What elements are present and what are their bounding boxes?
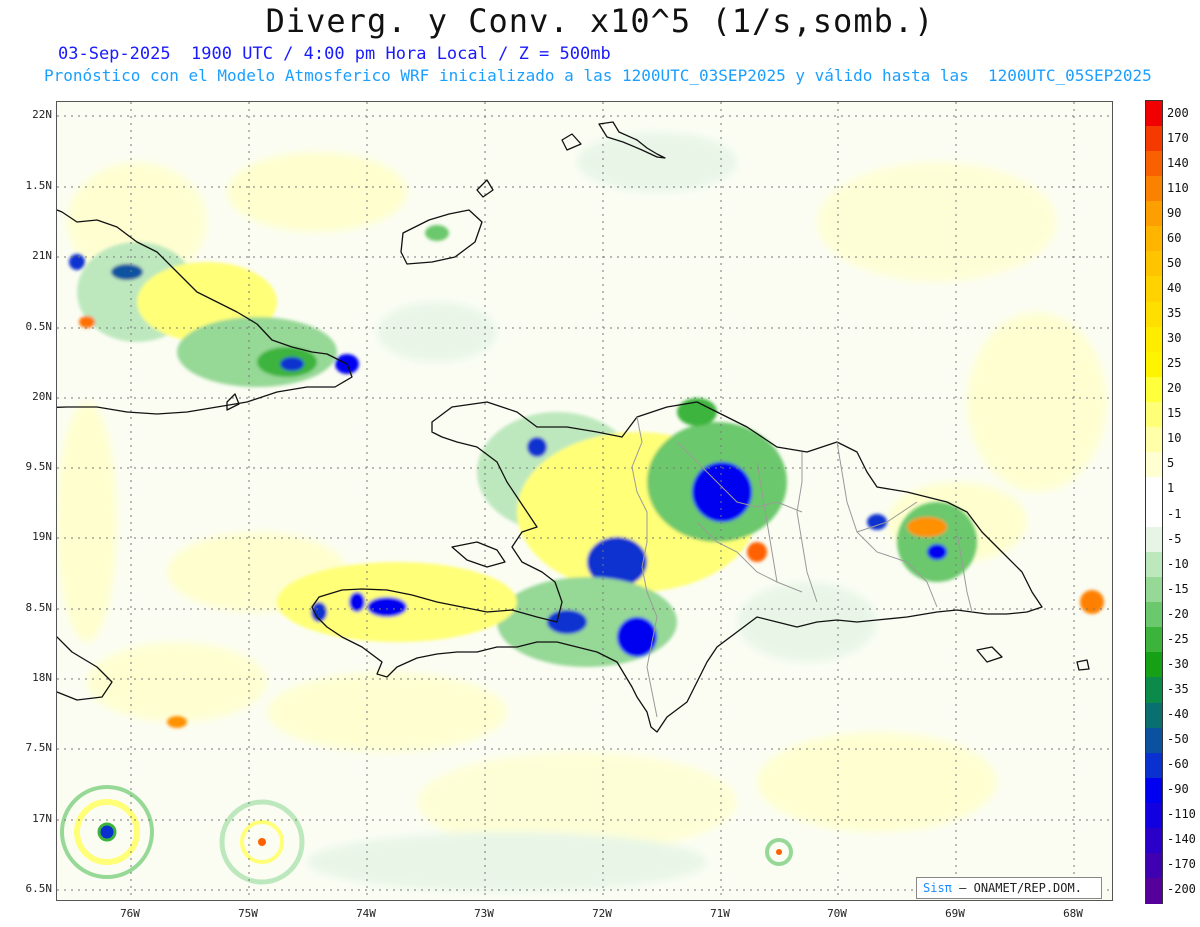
lat-label-17-5n: 7.5N	[25, 741, 53, 754]
lon-label-69w: 69W	[945, 907, 965, 920]
colorbar-label: -90	[1167, 782, 1189, 797]
colorbar-segment	[1146, 401, 1162, 428]
lon-label-74w: 74W	[356, 907, 376, 920]
colorbar-label: -140	[1167, 832, 1196, 847]
colorbar-label: -20	[1167, 606, 1189, 621]
credit-box: Sisπ – ONAMET/REP.DOM.	[916, 877, 1102, 899]
colorbar-segment	[1146, 276, 1162, 302]
colorbar-segment	[1146, 126, 1162, 152]
colorbar-segment	[1146, 426, 1162, 453]
colorbar-segment	[1146, 552, 1162, 578]
lat-label-21-5n: 1.5N	[25, 179, 53, 192]
colorbar-segment	[1146, 176, 1162, 202]
lat-label-20n: 20N	[32, 390, 52, 403]
colorbar-segment	[1146, 101, 1162, 127]
colorbar-segment	[1146, 827, 1162, 854]
colorbar-label: 40	[1167, 280, 1182, 295]
colorbar-label: 5	[1167, 456, 1175, 471]
colorbar-label: -15	[1167, 581, 1189, 596]
colorbar-segment	[1146, 301, 1162, 328]
lon-label-71w: 71W	[710, 907, 730, 920]
colorbar-segment	[1146, 727, 1162, 754]
lat-label-21n: 21N	[32, 249, 52, 262]
lat-label-16-5n: 6.5N	[25, 882, 53, 895]
colorbar-label: 200	[1167, 105, 1189, 120]
colorbar-label: 20	[1167, 381, 1182, 396]
colorbar-segment	[1146, 251, 1162, 277]
lat-label-18n: 18N	[32, 671, 52, 684]
colorbar-label: -40	[1167, 707, 1189, 722]
colorbar-segment	[1146, 201, 1162, 227]
colorbar-segment	[1146, 677, 1162, 703]
colorbar-segment	[1146, 577, 1162, 603]
colorbar-label: 110	[1167, 180, 1189, 195]
colorbar-label: 30	[1167, 331, 1182, 346]
colorbar-segment	[1146, 752, 1162, 779]
colorbar-segment	[1146, 627, 1162, 653]
colorbar-segment	[1146, 226, 1162, 252]
colorbar-segment	[1146, 376, 1162, 403]
colorbar-label: 1	[1167, 481, 1175, 496]
colorbar-label: 25	[1167, 356, 1182, 371]
colorbar-label: 35	[1167, 306, 1182, 321]
lon-label-75w: 75W	[238, 907, 258, 920]
colorbar-label: 140	[1167, 155, 1189, 170]
colorbar-segment	[1146, 602, 1162, 628]
lon-label-70w: 70W	[827, 907, 847, 920]
lat-label-17n: 17N	[32, 812, 52, 825]
model-info-subtitle: Pronóstico con el Modelo Atmosferico WRF…	[44, 66, 1152, 85]
colorbar-segment	[1146, 652, 1162, 678]
colorbar-segment	[1146, 151, 1162, 177]
colorbar-label: -30	[1167, 656, 1189, 671]
map-panel	[56, 101, 1113, 901]
colorbar	[1145, 100, 1163, 904]
lon-label-72w: 72W	[592, 907, 612, 920]
valid-time-subtitle: 03-Sep-2025 1900 UTC / 4:00 pm Hora Loca…	[58, 44, 611, 64]
colorbar-label: 50	[1167, 255, 1182, 270]
lat-label-18-5n: 8.5N	[25, 601, 53, 614]
colorbar-label: -50	[1167, 732, 1189, 747]
credit-text: – ONAMET/REP.DOM.	[959, 881, 1082, 895]
colorbar-segment	[1146, 451, 1162, 478]
sispi-logo: Sisπ	[923, 881, 952, 895]
colorbar-label: 10	[1167, 431, 1182, 446]
lon-label-76w: 76W	[120, 907, 140, 920]
lat-label-19n: 19N	[32, 530, 52, 543]
lat-label-19-5n: 9.5N	[25, 460, 53, 473]
colorbar-segment	[1146, 351, 1162, 378]
colorbar-segment	[1146, 527, 1162, 553]
lon-label-73w: 73W	[474, 907, 494, 920]
lat-label-22n: 22N	[32, 108, 52, 121]
colorbar-segment	[1146, 326, 1162, 353]
colorbar-segment	[1146, 877, 1162, 904]
colorbar-label: -5	[1167, 531, 1182, 546]
colorbar-label: -110	[1167, 807, 1196, 822]
colorbar-label: 60	[1167, 230, 1182, 245]
lat-label-20-5n: 0.5N	[25, 320, 53, 333]
colorbar-segment	[1146, 702, 1162, 729]
colorbar-label: 90	[1167, 205, 1182, 220]
colorbar-label: -60	[1167, 757, 1189, 772]
colorbar-label: -200	[1167, 882, 1196, 897]
lon-label-68w: 68W	[1063, 907, 1083, 920]
colorbar-segment	[1146, 777, 1162, 804]
colorbar-segment	[1146, 502, 1162, 528]
colorbar-label: -1	[1167, 506, 1182, 521]
colorbar-segment	[1146, 476, 1162, 503]
map-title: Diverg. y Conv. x10^5 (1/s,somb.)	[265, 2, 935, 40]
colorbar-label: -10	[1167, 556, 1189, 571]
colorbar-label: -35	[1167, 681, 1189, 696]
colorbar-label: -170	[1167, 857, 1196, 872]
colorbar-segment	[1146, 852, 1162, 879]
divergence-field-svg	[57, 102, 1112, 900]
colorbar-label: 15	[1167, 406, 1182, 421]
colorbar-label: -25	[1167, 631, 1189, 646]
colorbar-label: 170	[1167, 130, 1189, 145]
colorbar-segment	[1146, 802, 1162, 829]
